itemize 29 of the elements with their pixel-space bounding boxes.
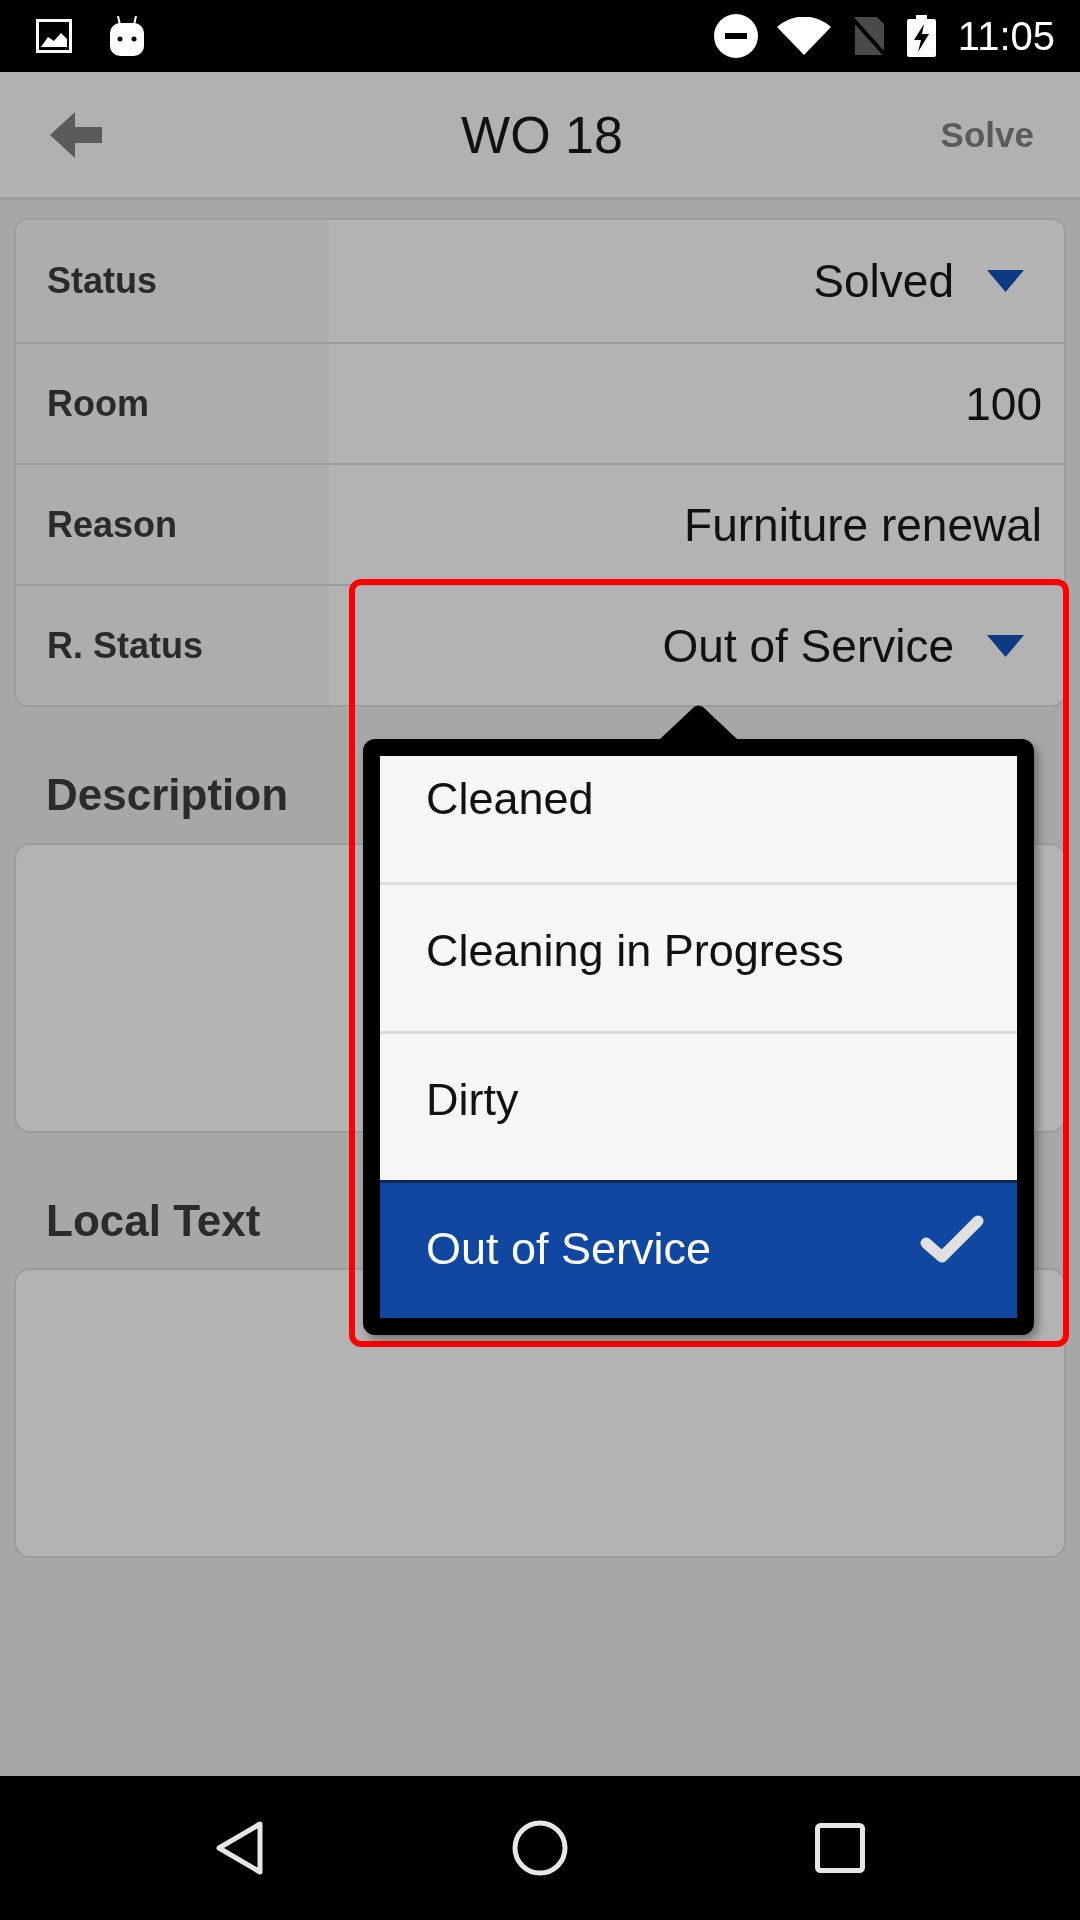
value-cell-text: 100: [964, 376, 1043, 432]
square-overview-icon[interactable]: [815, 1823, 865, 1873]
do-not-disturb-icon: [713, 14, 758, 58]
dropdown-option[interactable]: Dirty: [380, 1031, 1017, 1180]
dropdown-field[interactable]: Solved: [329, 220, 1064, 342]
section-label: Local Text: [46, 1195, 261, 1247]
robot-icon: [109, 16, 145, 56]
image-icon: [36, 19, 72, 53]
dropdown-field[interactable]: Out of Service: [329, 586, 1064, 705]
dropdown-option[interactable]: Cleaning in Progress: [380, 882, 1017, 1031]
wifi-icon: [776, 17, 831, 55]
home-circle-icon[interactable]: [512, 1820, 568, 1876]
checkmark-icon: [920, 1215, 984, 1263]
section-label: Description: [46, 770, 289, 821]
battery-charging-icon: [906, 15, 936, 57]
back-arrow-icon: [50, 111, 102, 158]
back-triangle-icon[interactable]: [215, 1820, 265, 1876]
label-cell: Reason: [16, 465, 329, 584]
status-time: 11:05: [957, 16, 1055, 56]
screen-title: WO 18: [461, 104, 623, 165]
dropdown-triangle-icon: [987, 634, 1024, 657]
label-cell: Status: [16, 220, 329, 342]
dropdown-option[interactable]: Out of Service: [380, 1180, 1017, 1318]
back-button[interactable]: [50, 111, 102, 158]
label-cell: Room: [16, 344, 329, 463]
dropdown-option[interactable]: Cleaned: [380, 756, 1017, 882]
dropdown-triangle-icon: [987, 270, 1024, 292]
label-cell: R. Status: [16, 586, 329, 705]
value-cell-text: Furniture renewal: [683, 497, 1043, 553]
